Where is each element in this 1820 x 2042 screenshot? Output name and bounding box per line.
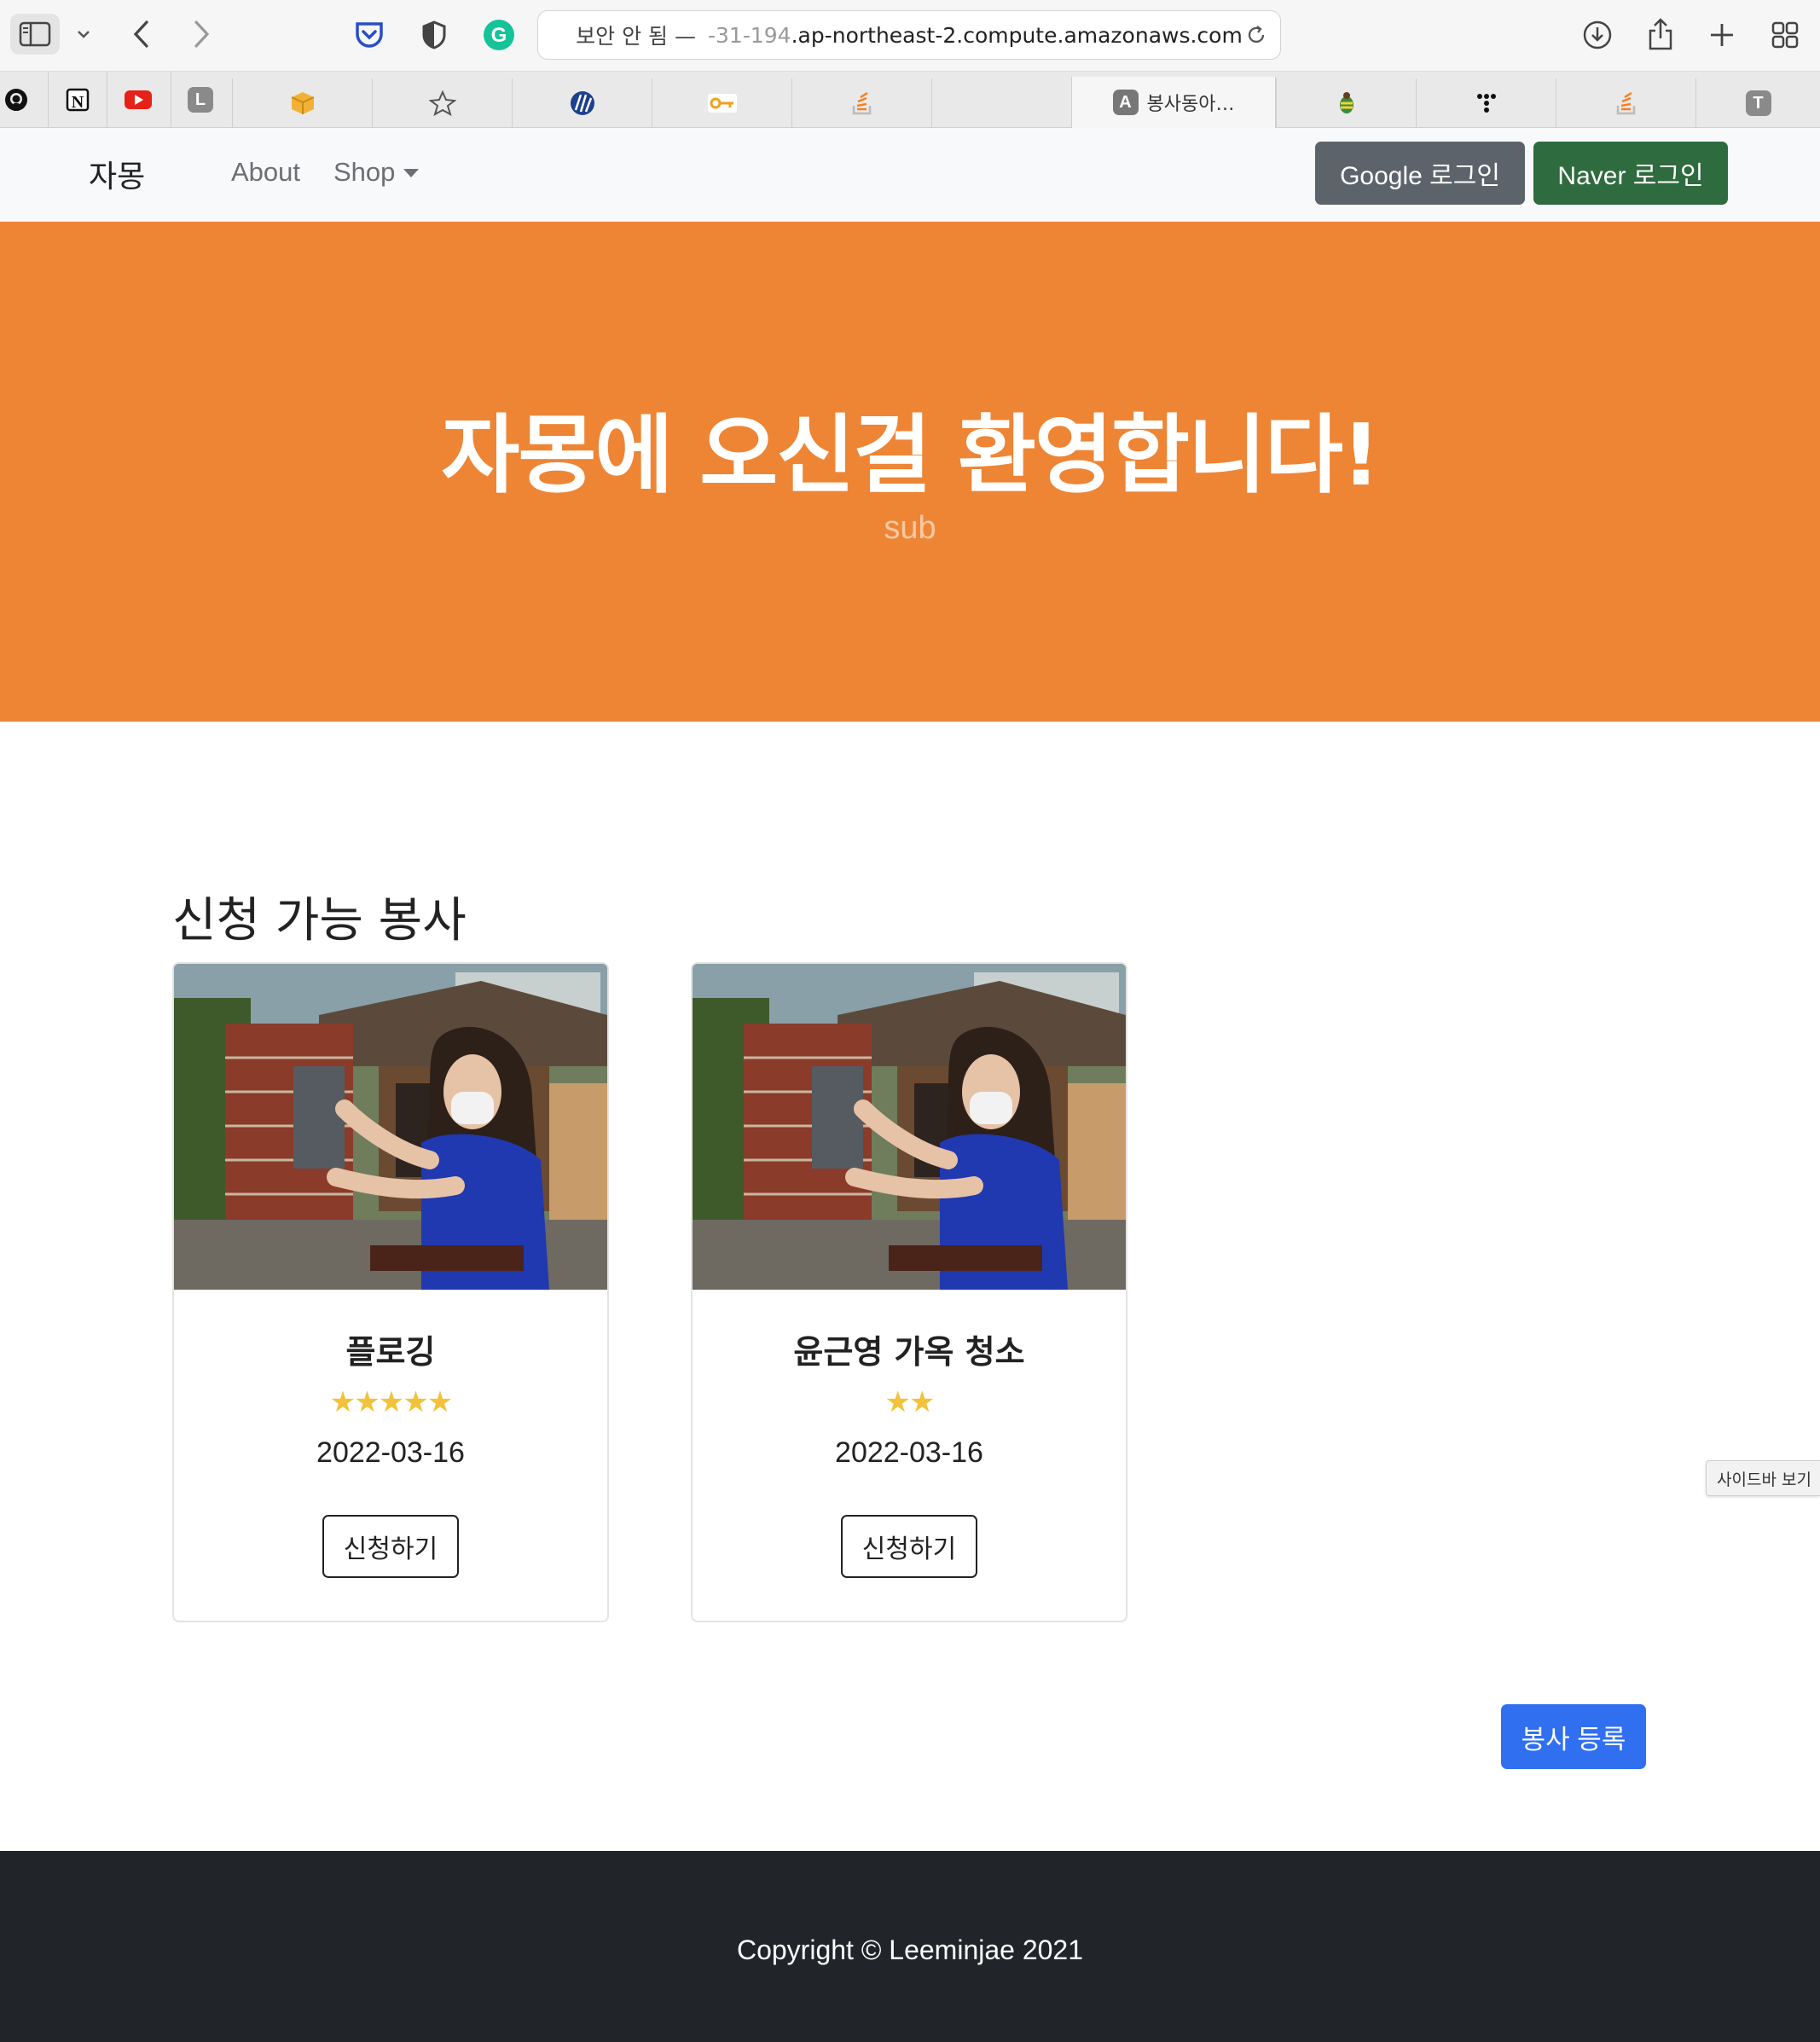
forward-icon[interactable] [184,15,218,53]
site-brand[interactable]: 자몽 [89,152,145,196]
github-tab[interactable] [0,72,32,128]
browser-toolbar: G 보안 안 됨 — -31-194 .ap-northeast-2.compu… [0,0,1820,72]
plus-icon[interactable] [1702,15,1742,55]
register-volunteer-button[interactable]: 봉사 등록 [1501,1704,1646,1769]
nav-about[interactable]: About [231,157,300,188]
active-tab[interactable]: A 봉사동아… [1071,77,1276,128]
hero-subtitle: sub [884,510,936,546]
naver-login-button[interactable]: Naver 로그인 [1533,142,1728,205]
dots-tab[interactable] [1416,78,1556,128]
share-icon[interactable] [1641,12,1680,56]
rating-stars: ★★ [884,1385,936,1419]
chevron-down-icon[interactable] [72,22,96,46]
tab-overview-icon[interactable] [1765,15,1805,55]
active-tab-label: 봉사동아… [1146,94,1235,115]
stack-tab[interactable] [791,78,931,128]
apply-button[interactable]: 신청하기 [322,1515,459,1578]
youtube-tab[interactable] [109,72,167,128]
stackoverflow-icon [1616,91,1635,115]
sidebar-toggle-icon[interactable] [10,14,60,55]
pocket-icon[interactable] [350,15,389,55]
card-title: 플로깅 [345,1333,436,1371]
address-bar[interactable]: 보안 안 됨 — -31-194 .ap-northeast-2.compute… [537,10,1281,60]
rating-stars: ★★★★★ [329,1385,453,1419]
star-tab[interactable] [372,78,512,128]
svg-text:N: N [72,93,84,112]
shield-icon[interactable] [414,15,454,55]
notion-icon: N [66,88,90,112]
star-icon [428,90,456,117]
hero-title: 자몽에 오신걸 환영합니다! [441,405,1380,505]
letter-l-icon: L [188,87,213,113]
sidebar-show-tooltip[interactable]: 사이드바 보기 [1706,1460,1820,1496]
github-icon [5,89,27,111]
volunteer-card: 플로깅 ★★★★★ 2022-03-16 신청하기 [172,962,609,1622]
address-host-prefix: -31-194 [708,22,791,48]
nav-shop-dropdown[interactable]: Shop [333,157,420,188]
l-tab[interactable]: L [171,72,229,128]
section-title: 신청 가능 봉사 [172,893,467,948]
bee-tab[interactable] [1276,78,1416,128]
download-icon[interactable] [1578,15,1617,55]
footer-copyright: Copyright © Leeminjae 2021 [736,1935,1084,1965]
svg-text:G: G [491,24,507,47]
grammarly-icon[interactable]: G [478,14,520,56]
security-label: 보안 안 됨 — [576,24,696,49]
hero-banner: 자몽에 오신걸 환영합니다! sub [0,222,1820,722]
stackoverflow-icon [852,91,871,115]
letter-a-icon: A [1112,90,1139,115]
youtube-icon [125,90,152,109]
card-photo [693,964,1126,1290]
box-tab[interactable] [232,78,372,128]
card-date: 2022-03-16 [835,1436,983,1469]
address-host: .ap-northeast-2.compute.amazonaws.com [791,22,1243,48]
card-date: 2022-03-16 [316,1436,465,1469]
key-icon [707,94,737,113]
caret-down-icon [403,169,420,177]
site-footer: Copyright © Leeminjae 2021 [0,1851,1820,2042]
bee-icon [1339,92,1353,113]
reload-icon[interactable] [1244,23,1268,47]
google-login-button[interactable]: Google 로그인 [1315,142,1525,205]
back-icon[interactable] [125,15,159,53]
site-navbar: 자몽 About Shop Google 로그인 Naver 로그인 [0,128,1820,222]
globe-icon [570,91,594,115]
key-tab[interactable] [652,78,791,128]
nav-shop-label: Shop [333,157,396,187]
card-title: 윤근영 가옥 청소 [793,1333,1025,1371]
notion-tab[interactable]: N [48,72,107,128]
volunteer-card: 윤근영 가옥 청소 ★★ 2022-03-16 신청하기 [691,962,1127,1622]
t-tab[interactable]: T [1695,78,1820,128]
letter-t-icon: T [1745,90,1771,116]
tab-strip: N L A 봉사동아… T [0,72,1820,128]
stack-tab-2[interactable] [1556,78,1695,128]
card-photo [174,964,607,1290]
box-icon [291,92,314,114]
apply-button[interactable]: 신청하기 [841,1515,977,1578]
dots-icon [1476,94,1496,113]
blank-tab[interactable] [931,78,1071,128]
globe-tab[interactable] [512,78,652,128]
